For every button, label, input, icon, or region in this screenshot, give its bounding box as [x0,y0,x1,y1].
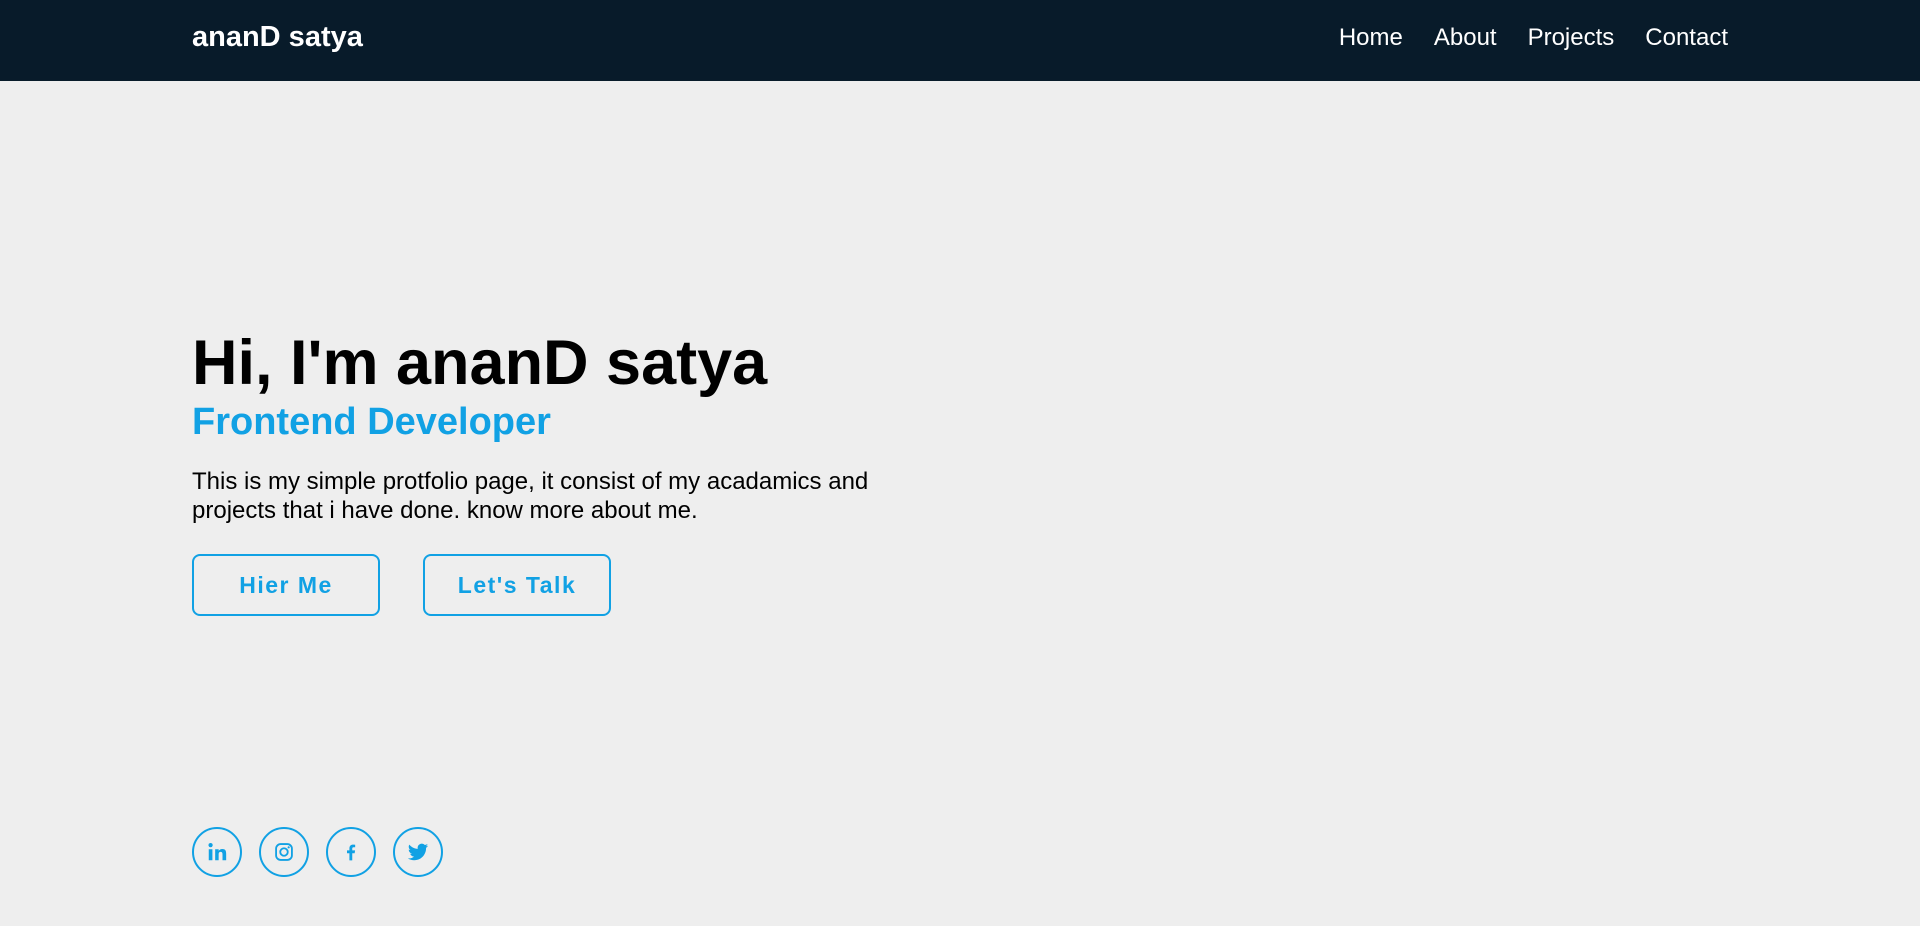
social-links [192,827,443,877]
twitter-icon [407,843,429,861]
hero-subtitle: Frontend Developer [192,401,551,443]
nav-link-contact[interactable]: Contact [1645,22,1728,54]
facebook-icon [347,844,356,861]
hero-section: Hi, I'm ananD satya Frontend Developer T… [192,327,952,616]
hero-title: Hi, I'm ananD satya [192,328,768,398]
nav-link-projects[interactable]: Projects [1528,22,1615,54]
nav-menu: Home About Projects Contact [1339,22,1728,54]
twitter-link[interactable] [393,827,443,877]
hero-button-row: Hier Me Let's Talk [192,554,952,616]
brand-logo[interactable]: ananD satya [192,19,363,55]
nav-link-about[interactable]: About [1434,22,1497,54]
linkedin-icon [208,843,227,861]
lets-talk-button[interactable]: Let's Talk [423,554,611,616]
navbar: ananD satya Home About Projects Contact [0,0,1920,81]
linkedin-link[interactable] [192,827,242,877]
nav-link-home[interactable]: Home [1339,22,1403,54]
hero-description: This is my simple protfolio page, it con… [192,468,869,524]
instagram-icon [275,843,293,861]
instagram-link[interactable] [259,827,309,877]
hire-me-button[interactable]: Hier Me [192,554,380,616]
facebook-link[interactable] [326,827,376,877]
